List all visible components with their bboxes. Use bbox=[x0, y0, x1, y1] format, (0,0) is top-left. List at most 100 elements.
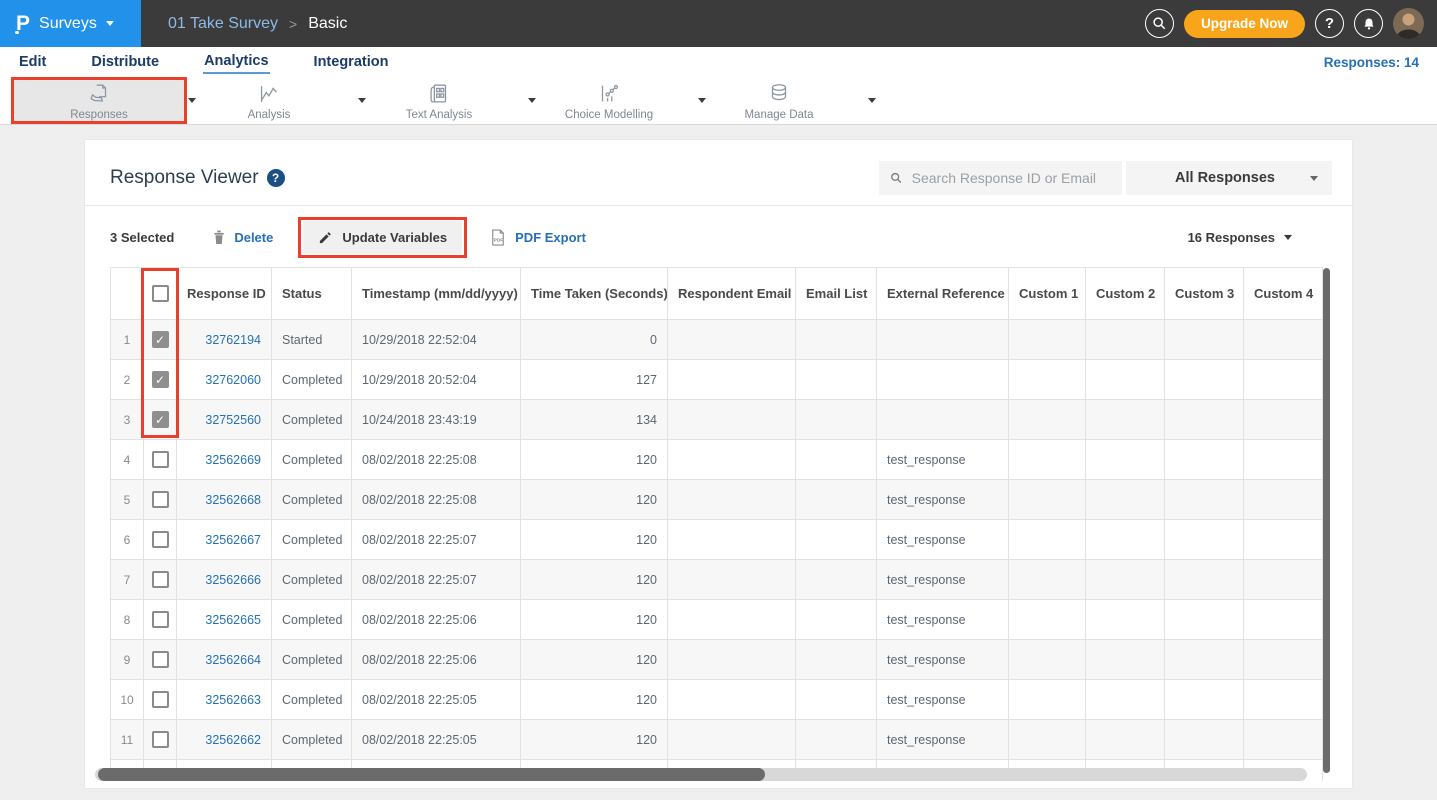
row-checkbox[interactable] bbox=[152, 651, 169, 668]
manage-data-toolbar-item[interactable]: Manage Data bbox=[694, 78, 864, 124]
vertical-scrollbar[interactable] bbox=[1323, 268, 1330, 773]
pdf-export-button[interactable]: PDF PDF Export bbox=[489, 228, 586, 247]
cell-email_list bbox=[796, 440, 877, 480]
cell-response_id[interactable]: 32762194 bbox=[177, 320, 272, 360]
cell-custom_2 bbox=[1086, 400, 1165, 440]
row-checkbox[interactable] bbox=[152, 611, 169, 628]
cell-response_id[interactable]: 32562669 bbox=[177, 440, 272, 480]
cell-time_taken: 120 bbox=[521, 560, 668, 600]
cell-response_id[interactable]: 32562662 bbox=[177, 720, 272, 760]
cell-respondent_email bbox=[668, 600, 796, 640]
column-header-custom_2: Custom 2 bbox=[1086, 268, 1165, 320]
cell-response_id[interactable]: 32762060 bbox=[177, 360, 272, 400]
row-checkbox[interactable]: ✓ bbox=[152, 331, 169, 348]
cell-status: Completed bbox=[272, 600, 352, 640]
survey-nav-tabs: Edit Distribute Analytics Integration Re… bbox=[0, 47, 1437, 78]
breadcrumb-survey-link[interactable]: 01 Take Survey bbox=[168, 15, 278, 33]
cell-status: Started bbox=[272, 320, 352, 360]
pdf-icon: PDF bbox=[489, 228, 507, 247]
cell-custom_4 bbox=[1244, 360, 1323, 400]
row-number-cell: 11 bbox=[111, 720, 144, 760]
row-checkbox[interactable]: ✓ bbox=[152, 411, 169, 428]
tab-integration[interactable]: Integration bbox=[313, 52, 390, 73]
column-label: Email List bbox=[806, 286, 867, 301]
notifications-button[interactable] bbox=[1354, 9, 1383, 38]
tab-distribute[interactable]: Distribute bbox=[90, 52, 160, 73]
row-select-cell bbox=[144, 440, 177, 480]
product-label: Surveys bbox=[39, 15, 97, 33]
table-row: 1032562663Completed08/02/2018 22:25:0512… bbox=[111, 680, 1323, 720]
tab-analytics[interactable]: Analytics bbox=[203, 51, 269, 74]
cell-response_id[interactable]: 32752560 bbox=[177, 400, 272, 440]
cell-respondent_email bbox=[668, 520, 796, 560]
cell-response_id[interactable]: 32562666 bbox=[177, 560, 272, 600]
row-checkbox[interactable] bbox=[152, 491, 169, 508]
bell-icon bbox=[1362, 17, 1376, 31]
responses-toolbar-item[interactable]: Responses bbox=[14, 78, 184, 124]
row-checkbox[interactable] bbox=[152, 691, 169, 708]
response-filter-dropdown[interactable]: All Responses bbox=[1126, 161, 1332, 195]
cell-email_list bbox=[796, 600, 877, 640]
column-header-response_id[interactable]: Response ID bbox=[177, 268, 272, 320]
column-header-email_list: Email List bbox=[796, 268, 877, 320]
cell-custom_4 bbox=[1244, 400, 1323, 440]
upgrade-now-button[interactable]: Upgrade Now bbox=[1184, 10, 1305, 38]
cell-response_id[interactable]: 32562664 bbox=[177, 640, 272, 680]
user-avatar[interactable] bbox=[1393, 8, 1424, 39]
cell-response_id[interactable]: 32562668 bbox=[177, 480, 272, 520]
horizontal-scrollbar-thumb[interactable] bbox=[98, 768, 765, 781]
choice-modelling-icon bbox=[596, 81, 622, 107]
cell-custom_1 bbox=[1009, 400, 1086, 440]
cell-timestamp: 08/02/2018 22:25:07 bbox=[352, 560, 521, 600]
choice-modelling-toolbar-item[interactable]: Choice Modelling bbox=[524, 78, 694, 124]
column-header-timestamp[interactable]: Timestamp (mm/dd/yyyy) bbox=[352, 268, 521, 320]
analysis-toolbar-item[interactable]: Analysis bbox=[184, 78, 354, 124]
cell-response_id[interactable]: 32562665 bbox=[177, 600, 272, 640]
horizontal-scrollbar-track[interactable] bbox=[95, 768, 1307, 781]
cell-external_reference bbox=[877, 400, 1009, 440]
table-row: 1✓32762194Started10/29/2018 22:52:040 bbox=[111, 320, 1323, 360]
filter-value: All Responses bbox=[1140, 170, 1310, 186]
column-header-status: Status bbox=[272, 268, 352, 320]
cell-external_reference: test_response bbox=[877, 520, 1009, 560]
cell-custom_1 bbox=[1009, 320, 1086, 360]
response-viewer-card: Response Viewer ? All Responses 3 Select… bbox=[85, 140, 1352, 788]
update-variables-button[interactable]: Update Variables bbox=[303, 221, 462, 254]
cell-custom_3 bbox=[1165, 720, 1244, 760]
cell-respondent_email bbox=[668, 720, 796, 760]
cell-respondent_email bbox=[668, 640, 796, 680]
page-size-dropdown[interactable]: 16 Responses bbox=[1188, 230, 1292, 245]
row-checkbox[interactable] bbox=[152, 451, 169, 468]
cell-custom_4 bbox=[1244, 640, 1323, 680]
cell-custom_1 bbox=[1009, 680, 1086, 720]
search-input[interactable] bbox=[912, 170, 1111, 186]
cell-external_reference: test_response bbox=[877, 680, 1009, 720]
product-switcher[interactable]: P Surveys bbox=[0, 0, 141, 47]
responses-count-label: Responses: 14 bbox=[1324, 55, 1419, 70]
row-select-cell: ✓ bbox=[144, 320, 177, 360]
search-button[interactable] bbox=[1145, 9, 1174, 38]
analysis-icon bbox=[256, 81, 282, 107]
title-help-icon[interactable]: ? bbox=[267, 169, 285, 187]
row-checkbox[interactable]: ✓ bbox=[152, 371, 169, 388]
select-all-checkbox[interactable] bbox=[152, 285, 169, 302]
text-analysis-toolbar-item[interactable]: Text Analysis bbox=[354, 78, 524, 124]
row-select-cell bbox=[144, 600, 177, 640]
page-title: Response Viewer bbox=[110, 167, 259, 189]
help-button[interactable]: ? bbox=[1315, 9, 1344, 38]
chevron-down-icon[interactable] bbox=[868, 98, 876, 103]
row-checkbox[interactable] bbox=[152, 731, 169, 748]
cell-custom_3 bbox=[1165, 400, 1244, 440]
column-header-time_taken[interactable]: Time Taken (Seconds) bbox=[521, 268, 668, 320]
tab-edit[interactable]: Edit bbox=[18, 52, 47, 73]
column-label: Custom 4 bbox=[1254, 286, 1313, 301]
avatar-photo bbox=[1393, 8, 1424, 39]
cell-external_reference: test_response bbox=[877, 440, 1009, 480]
cell-response_id[interactable]: 32562663 bbox=[177, 680, 272, 720]
row-number-cell: 1 bbox=[111, 320, 144, 360]
cell-response_id[interactable]: 32562667 bbox=[177, 520, 272, 560]
cell-custom_2 bbox=[1086, 680, 1165, 720]
row-checkbox[interactable] bbox=[152, 571, 169, 588]
row-checkbox[interactable] bbox=[152, 531, 169, 548]
delete-button[interactable]: Delete bbox=[212, 229, 273, 245]
